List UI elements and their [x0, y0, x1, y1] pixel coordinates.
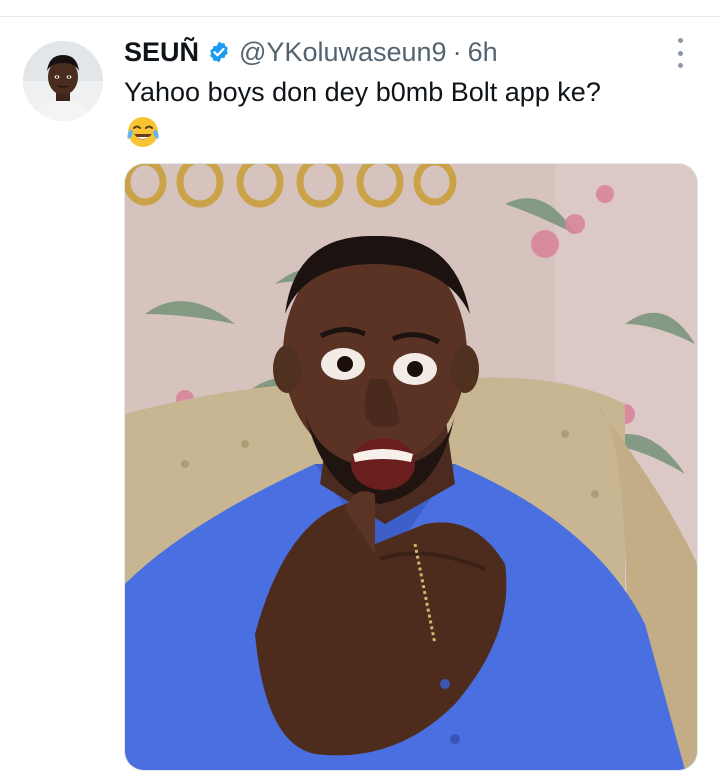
tweet-media-image[interactable]	[124, 163, 698, 771]
verified-badge-icon	[207, 40, 231, 64]
face-with-tears-of-joy-icon	[124, 112, 162, 150]
avatar[interactable]	[23, 41, 103, 121]
separator-dot: ·	[452, 36, 462, 67]
more-options-icon[interactable]	[668, 38, 692, 68]
top-divider	[0, 16, 720, 17]
tweet-timestamp[interactable]: 6h	[468, 37, 498, 68]
tweet-header: SEUÑ @YKoluwaseun9 · 6h	[124, 34, 498, 70]
author-display-name[interactable]: SEUÑ	[124, 37, 199, 68]
author-handle[interactable]: @YKoluwaseun9	[239, 37, 447, 68]
tweet-text: Yahoo boys don dey b0mb Bolt app ke?	[124, 77, 601, 107]
